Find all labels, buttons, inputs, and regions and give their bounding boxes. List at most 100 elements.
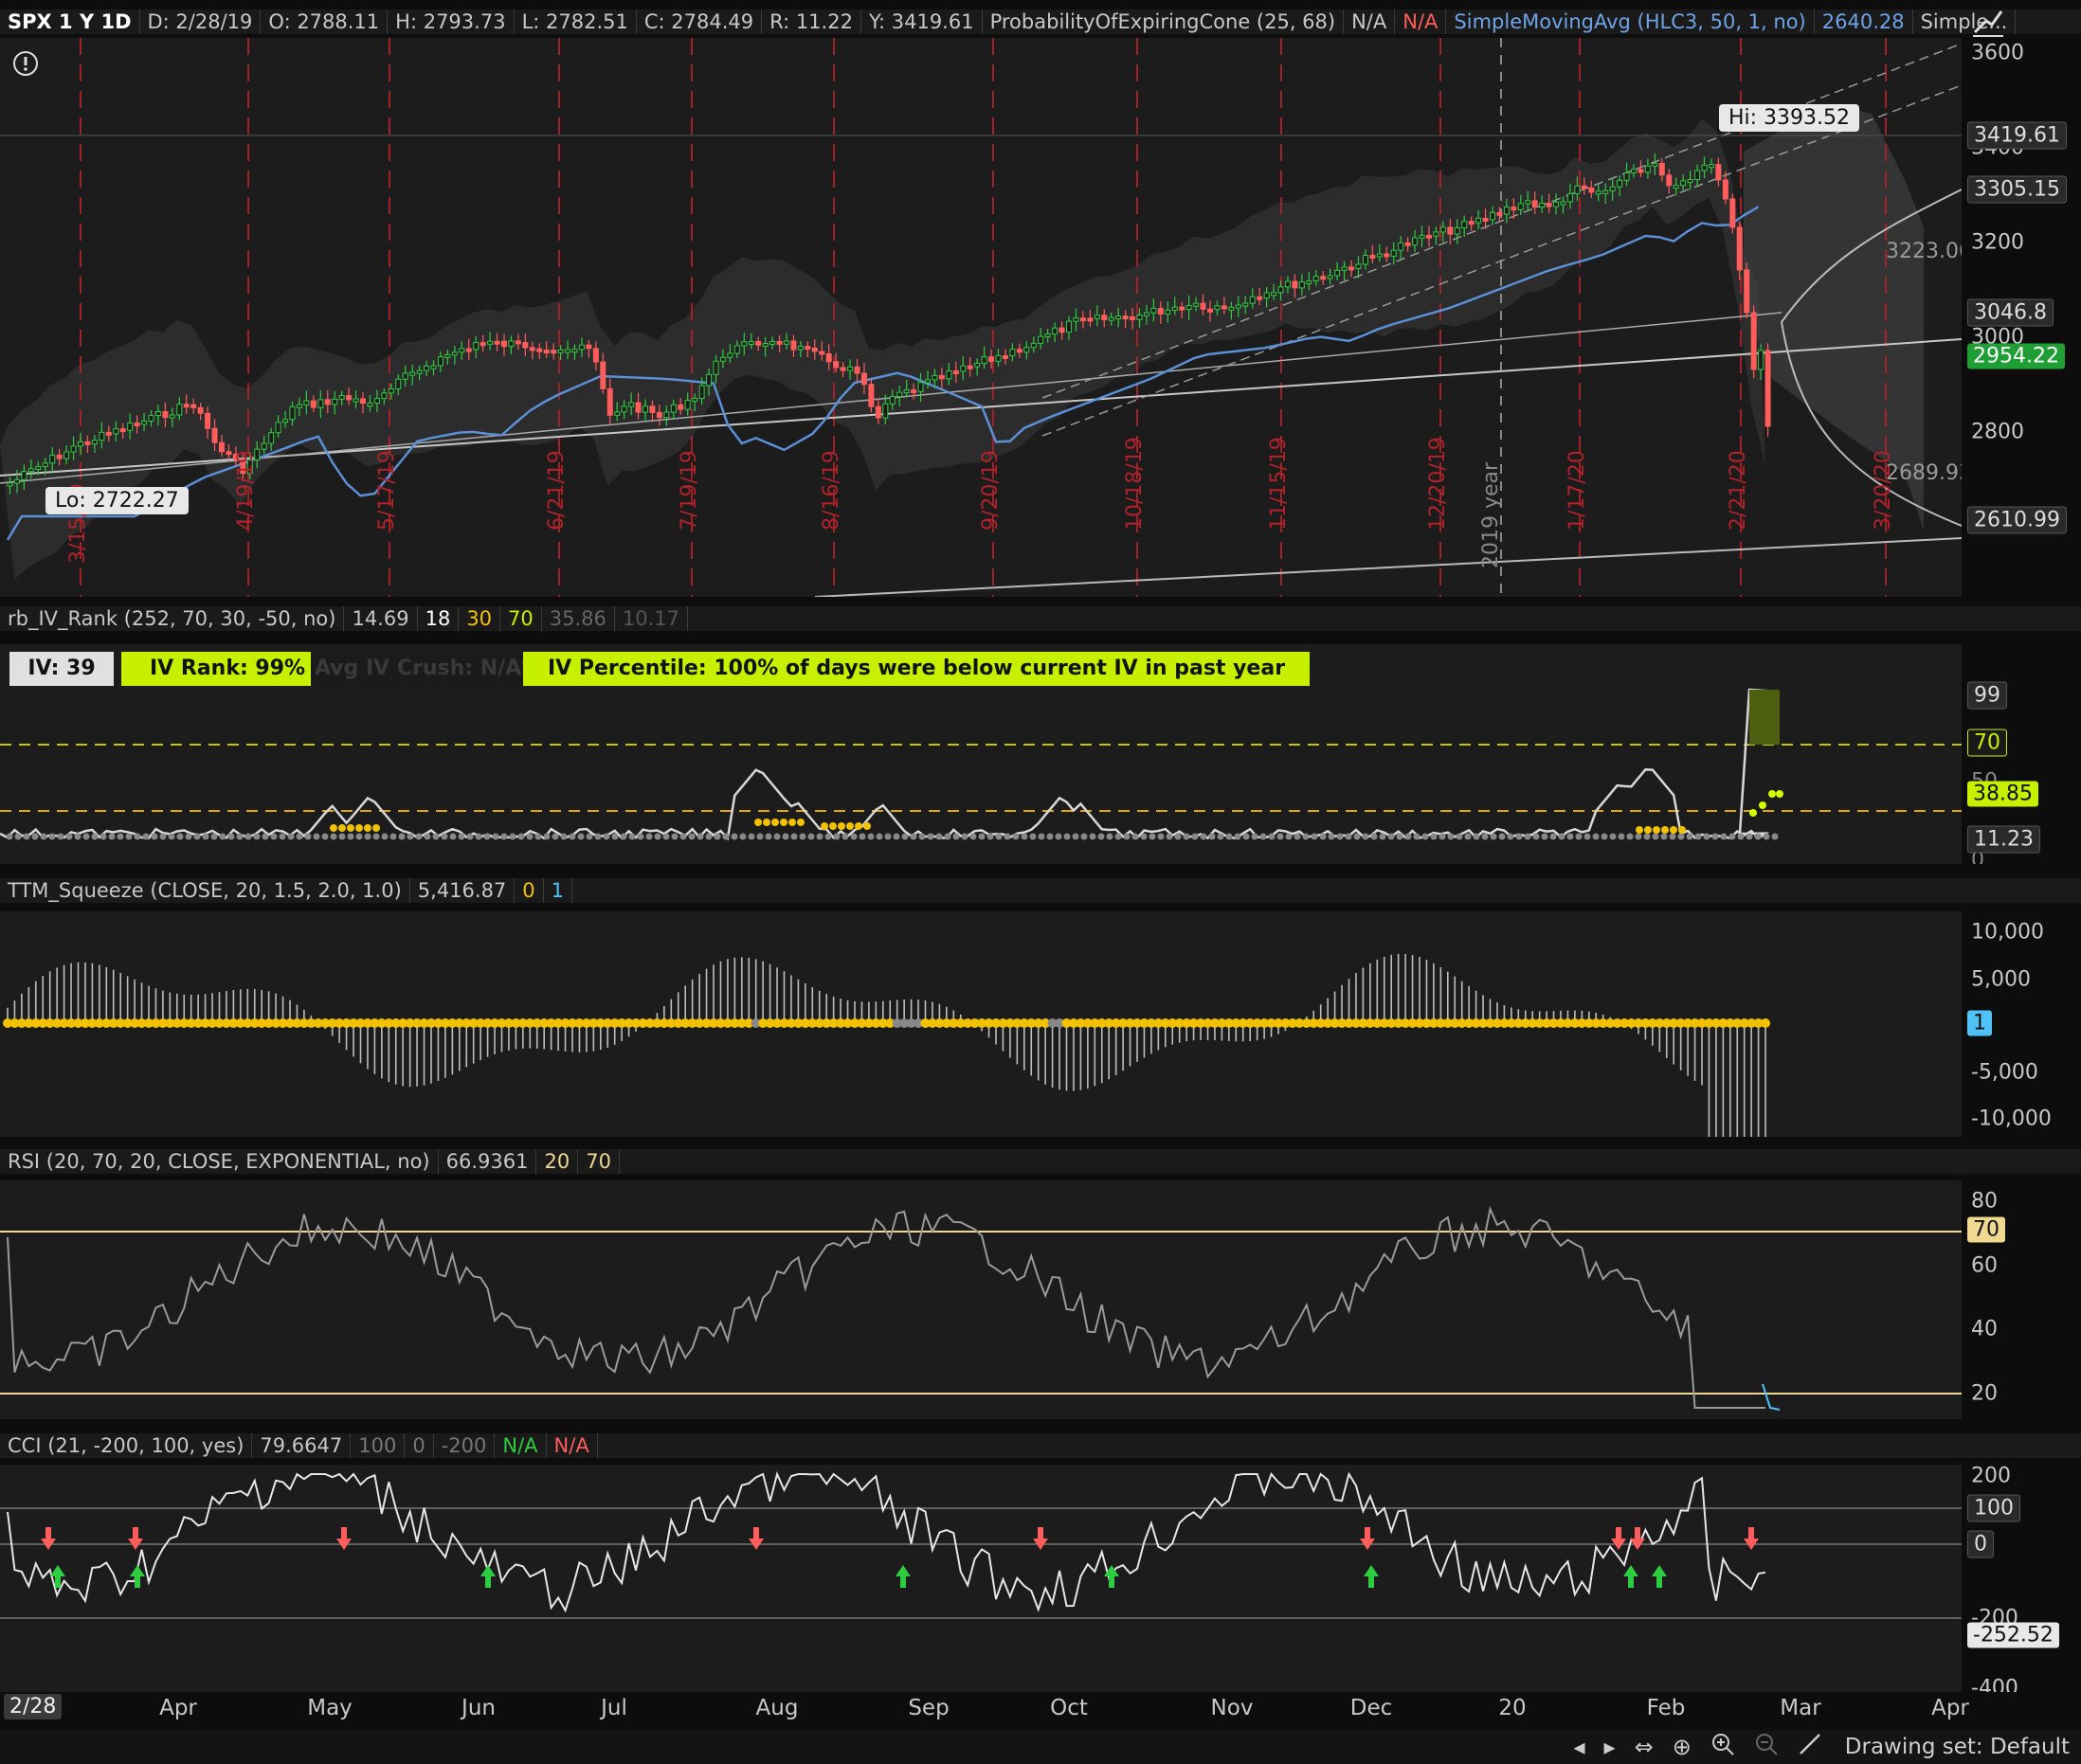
iv-dot [671, 833, 679, 840]
iv-study-title[interactable]: rb_IV_Rank (252, 70, 30, -50, no) [0, 606, 345, 631]
candle-body [614, 411, 621, 416]
ttm-tick: -5,000 [1971, 1060, 2038, 1085]
cci-axis[interactable]: 200 -200 -400 100 0 -252.52 [1962, 1465, 2081, 1692]
exclamation-circle-icon[interactable] [11, 49, 40, 78]
iv-dot [1097, 833, 1105, 840]
candle-body [663, 411, 670, 419]
candle-body [1277, 286, 1284, 294]
range-label: R: 11.22 [762, 9, 861, 34]
study-sma-label[interactable]: SimpleMovingAvg (HLC3, 50, 1, no) [1446, 9, 1815, 34]
candle-body [226, 451, 232, 456]
iv-dot [1080, 833, 1088, 840]
expiry-date-label: 10/18/19 [1123, 437, 1147, 531]
candle-body [1263, 292, 1270, 299]
rsi-chart[interactable] [0, 1180, 1962, 1419]
cci-chart[interactable] [0, 1465, 1962, 1692]
candle-body [1468, 221, 1475, 225]
iv-dot [227, 833, 235, 840]
candle-body [1348, 266, 1354, 271]
time-axis[interactable]: 2/28 Apr May Jun Jul Aug Sep Oct Nov Dec 20 Feb Mar… [0, 1692, 1969, 1724]
expiry-date-label: 9/20/19 [979, 450, 1003, 531]
iv-dot [1686, 833, 1693, 840]
iv-value: 14.69 [344, 606, 418, 631]
scroll-right-icon[interactable]: ▸ [1604, 1734, 1616, 1760]
candle-body [1404, 242, 1411, 246]
iv-dot [1703, 833, 1710, 840]
iv-dot [534, 833, 542, 840]
cci-study-title[interactable]: CCI (21, -200, 100, yes) [0, 1433, 253, 1458]
rsi-axis[interactable]: 80 60 40 20 70 [1962, 1180, 2081, 1419]
yline-tag: 3419.61 [1967, 121, 2067, 150]
expiry-date-label: 5/17/19 [375, 450, 399, 531]
iv-dot [168, 833, 175, 840]
cci-value: 0 [405, 1433, 434, 1458]
candle-body [557, 349, 564, 353]
drawing-set-label[interactable]: Drawing set: Default [1845, 1735, 2070, 1759]
iv-dot [1524, 833, 1531, 840]
iv-dot [577, 833, 585, 840]
candle-body [911, 389, 917, 394]
bar-spacing-icon[interactable]: ⇔ [1635, 1734, 1654, 1760]
y-label: Y: 3419.61 [861, 9, 983, 34]
buy-arrow-icon [1652, 1565, 1667, 1588]
iv-dot [483, 833, 491, 840]
candle-body [1531, 200, 1538, 208]
rsi-panel[interactable] [0, 1180, 1962, 1419]
study-cone-value2: N/A [1395, 9, 1447, 34]
ttm-study-title[interactable]: TTM_Squeeze (CLOSE, 20, 1.5, 2.0, 1.0) [0, 878, 410, 903]
sell-arrow-icon [749, 1527, 764, 1550]
candle-body [1157, 307, 1164, 315]
rsi-tick: 60 [1971, 1253, 1998, 1278]
iv-dot [296, 833, 303, 840]
month-label: Jun [461, 1696, 496, 1720]
iv-dot [1379, 833, 1386, 840]
study-cone-label[interactable]: ProbabilityOfExpiringCone (25, 68) [983, 9, 1345, 34]
crosshair-icon[interactable]: ⊕ [1673, 1734, 1692, 1760]
iv-dot [1669, 833, 1676, 840]
chart-style-icon[interactable] [1971, 4, 2005, 38]
cci-panel[interactable] [0, 1465, 1962, 1692]
candle-body [1412, 237, 1419, 246]
ttm-axis[interactable]: 10,000 5,000 -5,000 -10,000 1 [1962, 911, 2081, 1137]
price-chart[interactable]: 3/15/19 4/19/19 5/17/19 6/21/19 7/19/19 8/16/… [0, 38, 1962, 597]
candle-body [402, 372, 408, 380]
iv-rank-box: IV Rank: 99% [121, 652, 335, 686]
candle-body [543, 350, 550, 354]
drawing-tool-icon[interactable] [1798, 1732, 1822, 1762]
candle-body [565, 349, 571, 353]
iv-dot [1089, 833, 1096, 840]
iv-dot [304, 833, 312, 840]
iv-dot [279, 833, 286, 840]
candle-body [522, 342, 529, 349]
zoom-out-icon[interactable] [1754, 1732, 1779, 1762]
price-panel[interactable]: 3/15/19 4/19/19 5/17/19 6/21/19 7/19/19 8/16/… [0, 38, 1962, 597]
candle-body [1566, 192, 1573, 203]
ttm-panel[interactable] [0, 911, 1962, 1137]
candle-body [1390, 249, 1397, 257]
candle-body [84, 441, 91, 445]
price-axis[interactable]: 3600 3400 3200 3000 2800 2600 3419.61 33… [1962, 38, 2081, 597]
cci-tag-100: 100 [1967, 1494, 2020, 1522]
zoom-in-icon[interactable] [1710, 1732, 1735, 1762]
candle-body [91, 440, 98, 445]
candle-body [1539, 203, 1546, 208]
iv-dot [1063, 833, 1071, 840]
month-label: Sep [908, 1696, 950, 1720]
candle-body [268, 432, 275, 444]
candle-body [811, 347, 818, 352]
candle-body [508, 340, 515, 348]
iv-dot [1106, 833, 1113, 840]
candle-body [99, 431, 105, 441]
iv-dot [449, 833, 457, 840]
ttm-chart[interactable] [0, 911, 1962, 1137]
symbol-label[interactable]: SPX 1 Y 1D [0, 9, 140, 34]
scroll-left-icon[interactable]: ◂ [1573, 1734, 1584, 1760]
cci-value: 79.6647 [252, 1433, 352, 1458]
candle-body [649, 405, 656, 413]
iv-dot [1200, 833, 1207, 840]
iv-axis[interactable]: 50 0 99 70 38.85 11.23 [1962, 644, 2081, 864]
candle-body [289, 405, 296, 421]
iv-dot [1004, 833, 1011, 840]
iv-dot [1566, 833, 1574, 840]
rsi-study-title[interactable]: RSI (20, 70, 20, CLOSE, EXPONENTIAL, no) [0, 1149, 439, 1174]
